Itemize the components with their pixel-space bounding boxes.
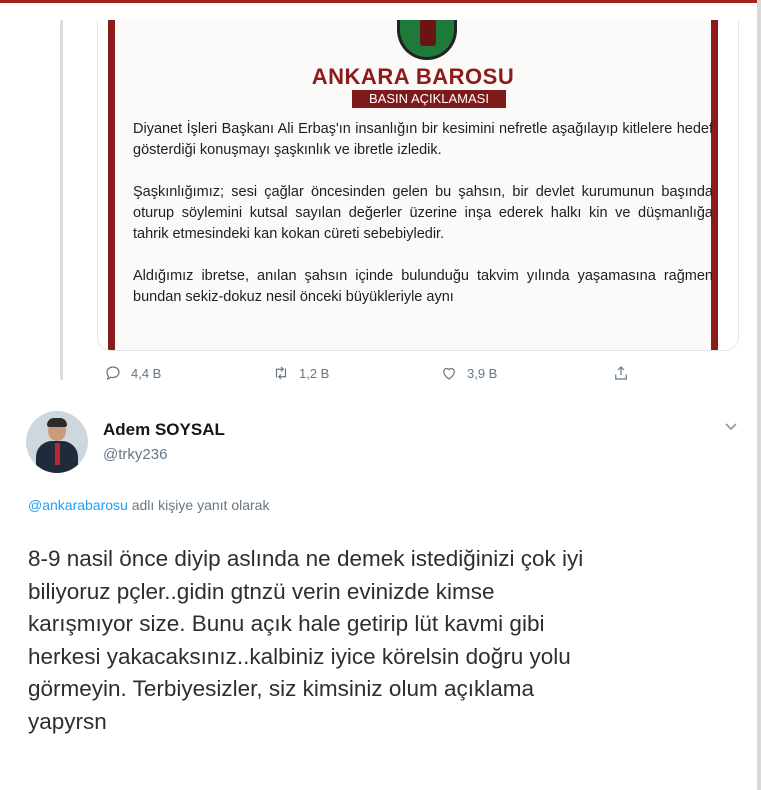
user-display-name[interactable]: Adem SOYSAL <box>103 420 225 440</box>
share-button[interactable] <box>612 364 630 382</box>
reply-count: 4,4 B <box>131 365 162 381</box>
document-paragraph: Diyanet İşleri Başkanı Ali Erbaş'ın insa… <box>133 121 713 158</box>
tweet-body-text: 8-9 nasil önce diyip aslında ne demek is… <box>28 546 584 734</box>
retweet-count: 1,2 B <box>299 365 330 381</box>
replying-to-label: adlı kişiye yanıt olarak <box>127 497 270 513</box>
share-icon <box>615 366 627 380</box>
mention-link[interactable]: @ankarabarosu <box>28 497 128 513</box>
like-button[interactable]: 3,9 B <box>440 364 497 382</box>
document-subtitle: BASIN AÇIKLAMASI <box>352 90 506 108</box>
document-paragraph: Aldığımız ibretse, anılan şahsın içinde … <box>133 268 713 305</box>
bar-association-logo <box>397 20 457 60</box>
document-paragraph: Şaşkınlığımız; sesi çağlar öncesinden ge… <box>133 184 713 242</box>
thread-connector-line <box>60 20 63 380</box>
tweet-media-image[interactable]: ANKARA BAROSU BASIN AÇIKLAMASI Diyanet İ… <box>97 20 739 351</box>
heart-icon <box>443 367 455 380</box>
tweet-menu-button[interactable] <box>723 418 739 434</box>
tweet-action-bar: 4,4 B 1,2 B 3,9 B <box>0 364 761 390</box>
reply-button[interactable]: 4,4 B <box>104 364 161 382</box>
replying-to-line: @ankarabarosu adlı kişiye yanıt olarak <box>28 497 269 513</box>
press-release-document: ANKARA BAROSU BASIN AÇIKLAMASI Diyanet İ… <box>108 20 718 350</box>
document-title: ANKARA BAROSU <box>311 64 515 89</box>
reply-icon <box>106 366 120 381</box>
retweet-button[interactable]: 1,2 B <box>272 364 329 382</box>
retweet-icon <box>275 366 287 380</box>
avatar[interactable] <box>26 411 88 473</box>
scrollbar-track[interactable] <box>757 0 761 790</box>
document-body: Diyanet İşleri Başkanı Ali Erbaş'ın insa… <box>133 119 713 329</box>
like-count: 3,9 B <box>467 365 498 381</box>
user-handle[interactable]: @trky236 <box>103 446 167 463</box>
chevron-down-icon <box>725 423 737 431</box>
top-border <box>0 0 761 3</box>
